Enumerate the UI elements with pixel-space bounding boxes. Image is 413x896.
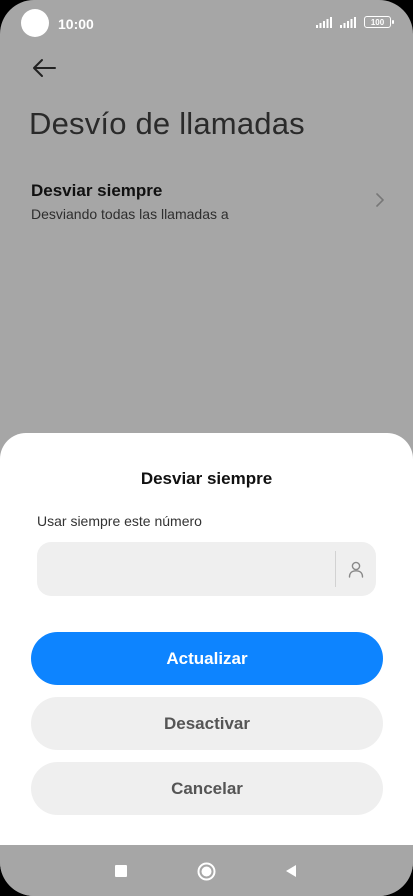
- recents-square-icon: [115, 865, 127, 877]
- deactivate-button[interactable]: Desactivar: [31, 697, 383, 750]
- arrow-left-icon: [33, 59, 56, 77]
- signal-icon: [340, 16, 356, 28]
- navigation-bar: [0, 845, 413, 896]
- phone-number-input[interactable]: [37, 542, 335, 596]
- phone-field-label: Usar siempre este número: [37, 513, 202, 529]
- home-circle-icon: [197, 862, 215, 880]
- battery-icon: 100: [364, 16, 394, 28]
- screen: 10:00 100 Desvío de llamadas Desviar sie…: [0, 0, 413, 896]
- setting-forward-always[interactable]: Desviar siempre Desviando todas las llam…: [0, 172, 413, 234]
- dialog-title: Desviar siempre: [140, 469, 273, 488]
- phone-field: [37, 542, 376, 596]
- forward-dialog: Desviar siempre Usar siempre este número…: [0, 433, 413, 845]
- cancel-button[interactable]: Cancelar: [31, 762, 383, 815]
- battery-level: 100: [370, 17, 385, 27]
- page-title: Desvío de llamadas: [29, 106, 305, 141]
- contact-picker-button[interactable]: [336, 542, 376, 596]
- back-button[interactable]: [28, 52, 60, 84]
- status-time: 10:00: [58, 16, 94, 32]
- back-triangle-icon: [286, 865, 296, 877]
- status-icons: 100: [316, 16, 394, 28]
- nav-back-button[interactable]: [281, 861, 301, 881]
- front-camera-cutout: [21, 9, 49, 37]
- person-icon: [348, 561, 364, 578]
- update-button[interactable]: Actualizar: [31, 632, 383, 685]
- status-bar: 10:00 100: [0, 0, 413, 48]
- home-button[interactable]: [196, 861, 216, 881]
- setting-subtitle: Desviando todas las llamadas a: [31, 206, 229, 222]
- recents-button[interactable]: [111, 861, 131, 881]
- chevron-right-icon: [376, 193, 384, 207]
- signal-icon: [316, 16, 332, 28]
- setting-title: Desviar siempre: [31, 181, 163, 200]
